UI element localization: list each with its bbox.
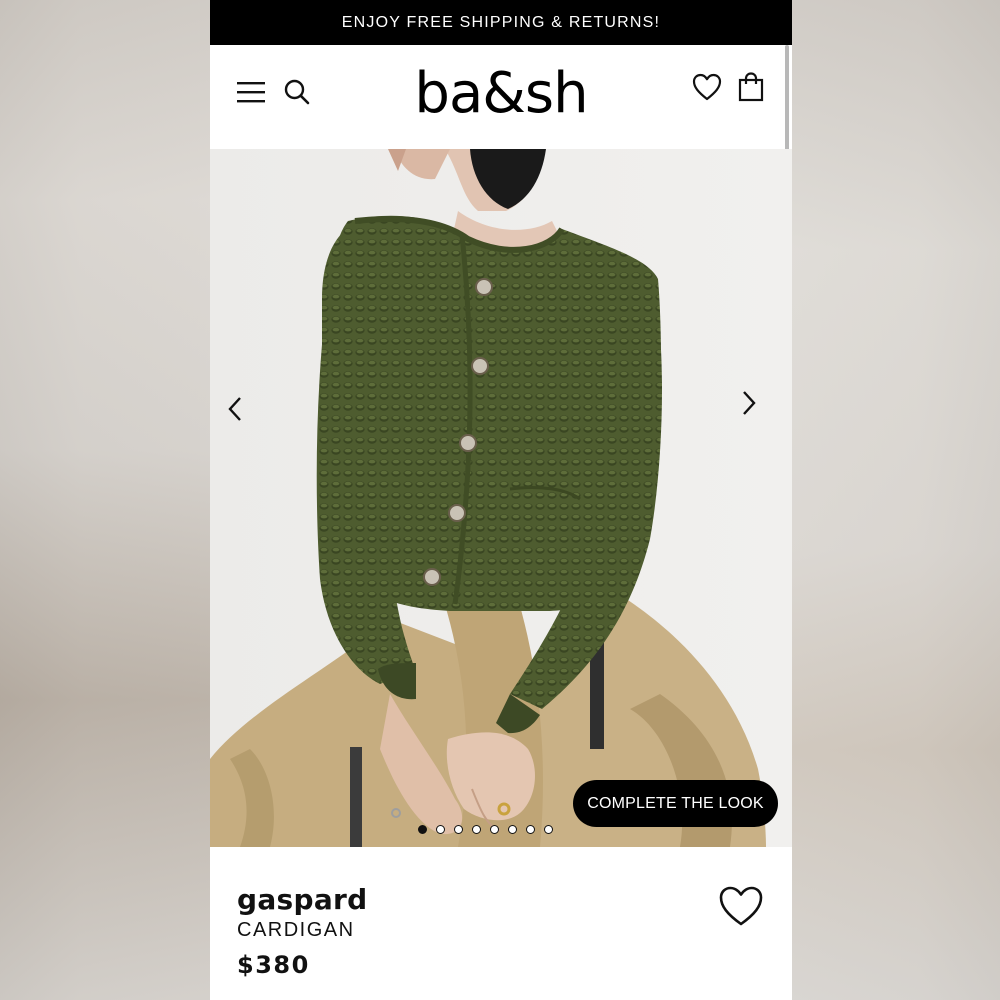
- menu-button[interactable]: [234, 75, 268, 109]
- previous-slide-button[interactable]: [226, 395, 266, 435]
- slide-dot[interactable]: [526, 824, 535, 834]
- heart-icon: [692, 73, 722, 101]
- mobile-screen: ENJOY FREE SHIPPING & RETURNS! ba&sh COM…: [210, 0, 792, 1000]
- complete-the-look-button[interactable]: COMPLETE THE LOOK: [573, 780, 778, 827]
- slide-dot[interactable]: [490, 824, 499, 834]
- product-gallery[interactable]: COMPLETE THE LOOK: [210, 149, 792, 847]
- slide-indicators: [418, 822, 553, 836]
- product-price: $380: [237, 951, 310, 979]
- slide-dot[interactable]: [544, 824, 553, 834]
- product-image: [210, 149, 792, 847]
- product-type: CARDIGAN: [237, 919, 355, 941]
- background-right: [792, 0, 1000, 1000]
- slide-dot[interactable]: [472, 824, 481, 834]
- chevron-right-icon: [743, 391, 756, 415]
- slide-dot[interactable]: [418, 824, 427, 834]
- slide-dot[interactable]: [454, 824, 463, 834]
- wishlist-button[interactable]: [690, 69, 724, 105]
- menu-icon: [237, 82, 265, 103]
- product-info: gaspard CARDIGAN $380: [210, 847, 792, 1000]
- brand-logo[interactable]: ba&sh: [380, 53, 622, 133]
- slide-dot[interactable]: [436, 824, 445, 834]
- promo-bar[interactable]: ENJOY FREE SHIPPING & RETURNS!: [210, 0, 792, 45]
- chevron-left-icon: [228, 397, 241, 421]
- logo-text: ba&sh: [414, 60, 588, 126]
- complete-the-look-label: COMPLETE THE LOOK: [587, 794, 764, 812]
- search-button[interactable]: [282, 75, 312, 109]
- product-name: gaspard: [237, 883, 368, 916]
- promo-text: ENJOY FREE SHIPPING & RETURNS!: [341, 13, 661, 31]
- site-header: ba&sh: [210, 45, 792, 149]
- search-icon: [284, 79, 310, 105]
- next-slide-button[interactable]: [738, 389, 778, 429]
- shopping-bag-icon: [738, 72, 764, 102]
- add-to-wishlist-button[interactable]: [716, 883, 766, 929]
- background-left: [0, 0, 210, 1000]
- heart-icon: [719, 886, 763, 926]
- slide-dot[interactable]: [508, 824, 517, 834]
- cart-button[interactable]: [736, 69, 766, 105]
